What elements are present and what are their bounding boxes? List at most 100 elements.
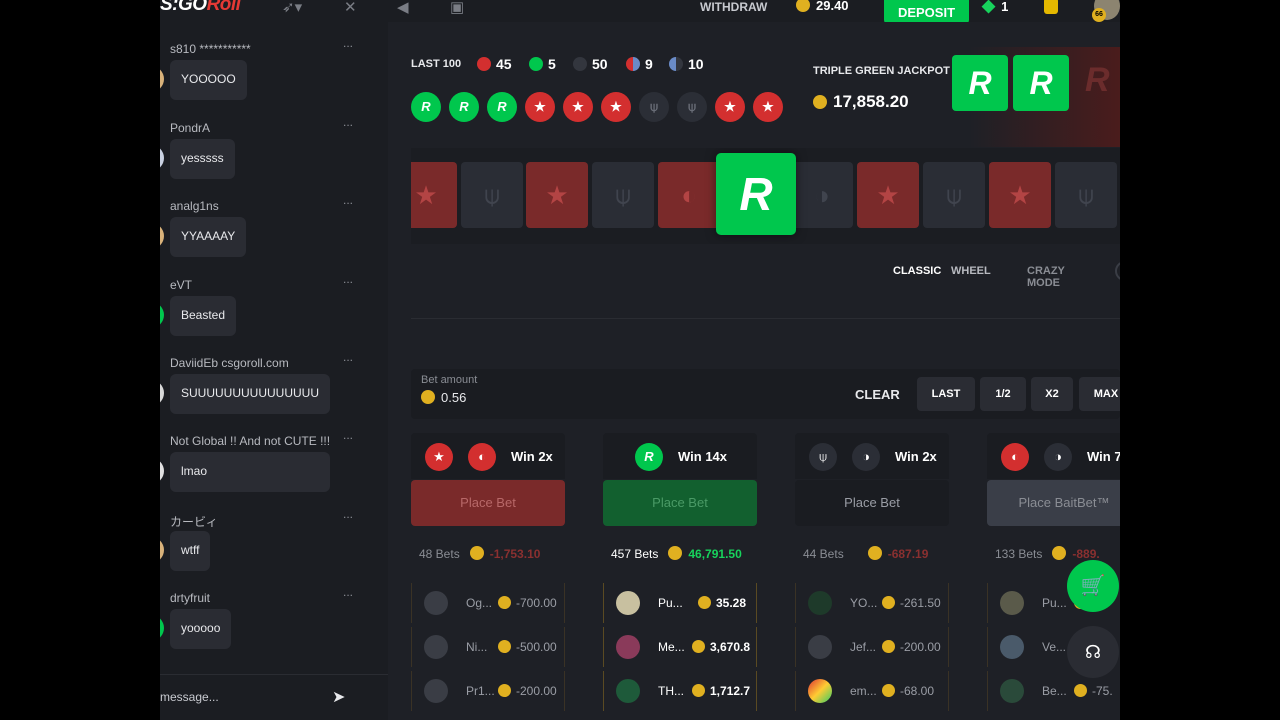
- chat-avatar[interactable]: [160, 615, 164, 641]
- chat-avatar[interactable]: [160, 145, 164, 171]
- gems-count: 1: [1001, 0, 1009, 14]
- chat-username[interactable]: analg1ns: [170, 199, 219, 213]
- jackpot-title: TRIPLE GREEN JACKPOT: [813, 65, 950, 77]
- send-icon[interactable]: ➤: [332, 687, 345, 707]
- chat-username[interactable]: DaviidEb csgoroll.com: [170, 356, 289, 370]
- chat-avatar[interactable]: [160, 302, 164, 328]
- gift-icon[interactable]: ▣: [450, 0, 464, 16]
- bettor-name: Be...: [1042, 684, 1067, 698]
- clear-button[interactable]: CLEAR: [855, 387, 900, 402]
- more-options-icon[interactable]: ...: [343, 428, 353, 442]
- bettor-avatar[interactable]: [616, 591, 640, 615]
- chat-avatar[interactable]: [160, 537, 164, 563]
- win-multiplier: Win 14x: [678, 449, 728, 464]
- chat-text: SUUUUUUUUUUUUUUU: [170, 374, 330, 414]
- win-multiplier: Win 7: [1087, 449, 1120, 464]
- chat-panel: s810 *********** ... YOOOOO PondrA ... y…: [160, 22, 388, 720]
- count-green-value: 5: [548, 56, 556, 72]
- chat-text: YYAAAAY: [170, 217, 247, 257]
- coin-icon: [692, 640, 705, 653]
- bettor-avatar[interactable]: [1000, 635, 1024, 659]
- bettor-avatar[interactable]: [616, 635, 640, 659]
- coin-icon: [882, 684, 895, 697]
- chat-username[interactable]: eVT: [170, 278, 192, 292]
- chat-username[interactable]: カービィ: [170, 513, 218, 530]
- roulette-roller: ★ ⍦ ★ ⍦ ◐ ◑ ★ ⍦ ★ ⍦ R: [411, 148, 1120, 244]
- mode-wheel-tab[interactable]: WHEEL: [951, 265, 991, 277]
- half-bet-button[interactable]: 1/2: [980, 377, 1026, 411]
- bet-row: YO... -261.50: [795, 583, 949, 623]
- more-options-icon[interactable]: ...: [343, 115, 353, 129]
- history-green-icon: R: [487, 92, 517, 122]
- more-options-icon[interactable]: ...: [343, 193, 353, 207]
- chat-username[interactable]: drtyfruit: [170, 591, 210, 605]
- roller-black-tile: ⍦: [1055, 162, 1117, 228]
- history-black-icon: ⍦: [677, 92, 707, 122]
- place-baitbet-button[interactable]: Place BaitBet™: [987, 480, 1120, 526]
- chat-avatar[interactable]: [160, 380, 164, 406]
- chat-username[interactable]: PondrA: [170, 121, 210, 135]
- gems-display[interactable]: ◆ 1: [982, 0, 1008, 16]
- place-bet-button[interactable]: Place Bet: [795, 480, 949, 526]
- chat-username[interactable]: s810 ***********: [170, 42, 251, 56]
- bets-total: 46,791.50: [688, 547, 742, 561]
- bettor-name: Pu...: [658, 596, 683, 610]
- site-logo[interactable]: S:GORoll: [160, 0, 241, 16]
- bet-column-black: ⍦ ◑ Win 2x Place Bet 44 Bets -687.19 YO..…: [795, 433, 949, 720]
- count-green: 5: [529, 56, 556, 72]
- megaphone-icon[interactable]: ◀: [397, 0, 409, 16]
- chat-avatar[interactable]: [160, 66, 164, 92]
- black-bait-icon: ◑: [852, 443, 880, 471]
- rocket-icon[interactable]: ➶▾: [282, 0, 302, 16]
- max-bet-button[interactable]: MAX: [1079, 377, 1120, 411]
- more-options-icon[interactable]: ...: [343, 507, 353, 521]
- chat-input[interactable]: message... ➤: [160, 674, 388, 720]
- more-options-icon[interactable]: ...: [343, 585, 353, 599]
- cart-icon[interactable]: 🛒: [1067, 560, 1119, 612]
- bet-amount-input[interactable]: 0.56: [421, 390, 466, 405]
- red-bait-icon: ◐: [1001, 443, 1029, 471]
- mode-classic-tab[interactable]: CLASSIC: [893, 265, 941, 277]
- swords-icon[interactable]: ✕: [344, 0, 357, 16]
- double-bet-button[interactable]: X2: [1031, 377, 1073, 411]
- red-bait-icon: ◐: [468, 443, 496, 471]
- chat-avatar[interactable]: [160, 223, 164, 249]
- deposit-button[interactable]: DEPOSIT: [884, 0, 969, 24]
- bettor-avatar[interactable]: [1000, 591, 1024, 615]
- place-bet-button[interactable]: Place Bet: [411, 480, 565, 526]
- chat-text: yesssss: [170, 139, 235, 179]
- bets-total: -687.19: [887, 547, 929, 561]
- count-red: 45: [477, 56, 512, 72]
- more-options-icon[interactable]: ...: [343, 272, 353, 286]
- bet-amount: -500.00: [516, 640, 557, 654]
- bet-column-green: R Win 14x Place Bet 457 Bets 46,791.50 Pu…: [603, 433, 757, 720]
- bets-summary: 48 Bets -1,753.10: [419, 546, 540, 561]
- black-bait-icon: ◑: [1044, 443, 1072, 471]
- bettor-avatar[interactable]: [424, 591, 448, 615]
- coin-icon: [813, 95, 827, 109]
- bettor-avatar[interactable]: [808, 679, 832, 703]
- bettor-avatar[interactable]: [616, 679, 640, 703]
- green-r-icon: R: [635, 443, 663, 471]
- roller-black-tile: ⍦: [923, 162, 985, 228]
- history-red-icon: ★: [715, 92, 745, 122]
- bettor-avatar[interactable]: [424, 635, 448, 659]
- chat-avatar[interactable]: [160, 458, 164, 484]
- bettor-avatar[interactable]: [424, 679, 448, 703]
- more-options-icon[interactable]: ...: [343, 350, 353, 364]
- chat-username[interactable]: Not Global !! And not CUTE !!!: [170, 434, 330, 448]
- bettor-avatar[interactable]: [1000, 679, 1024, 703]
- bettor-avatar[interactable]: [808, 635, 832, 659]
- bet-row: Ni... -500.00: [411, 627, 565, 667]
- headset-support-icon[interactable]: ☊: [1067, 626, 1119, 678]
- crazy-mode-toggle[interactable]: [1115, 261, 1120, 281]
- place-bet-button[interactable]: Place Bet: [603, 480, 757, 526]
- user-avatar[interactable]: 66: [1092, 0, 1120, 22]
- bettor-avatar[interactable]: [808, 591, 832, 615]
- last-bet-button[interactable]: LAST: [917, 377, 975, 411]
- bag-icon[interactable]: [1044, 0, 1058, 14]
- roller-black-bait-tile: ◑: [791, 162, 853, 228]
- withdraw-link[interactable]: WITHDRAW: [700, 0, 767, 14]
- more-options-icon[interactable]: ...: [343, 36, 353, 50]
- history-red-icon: ★: [563, 92, 593, 122]
